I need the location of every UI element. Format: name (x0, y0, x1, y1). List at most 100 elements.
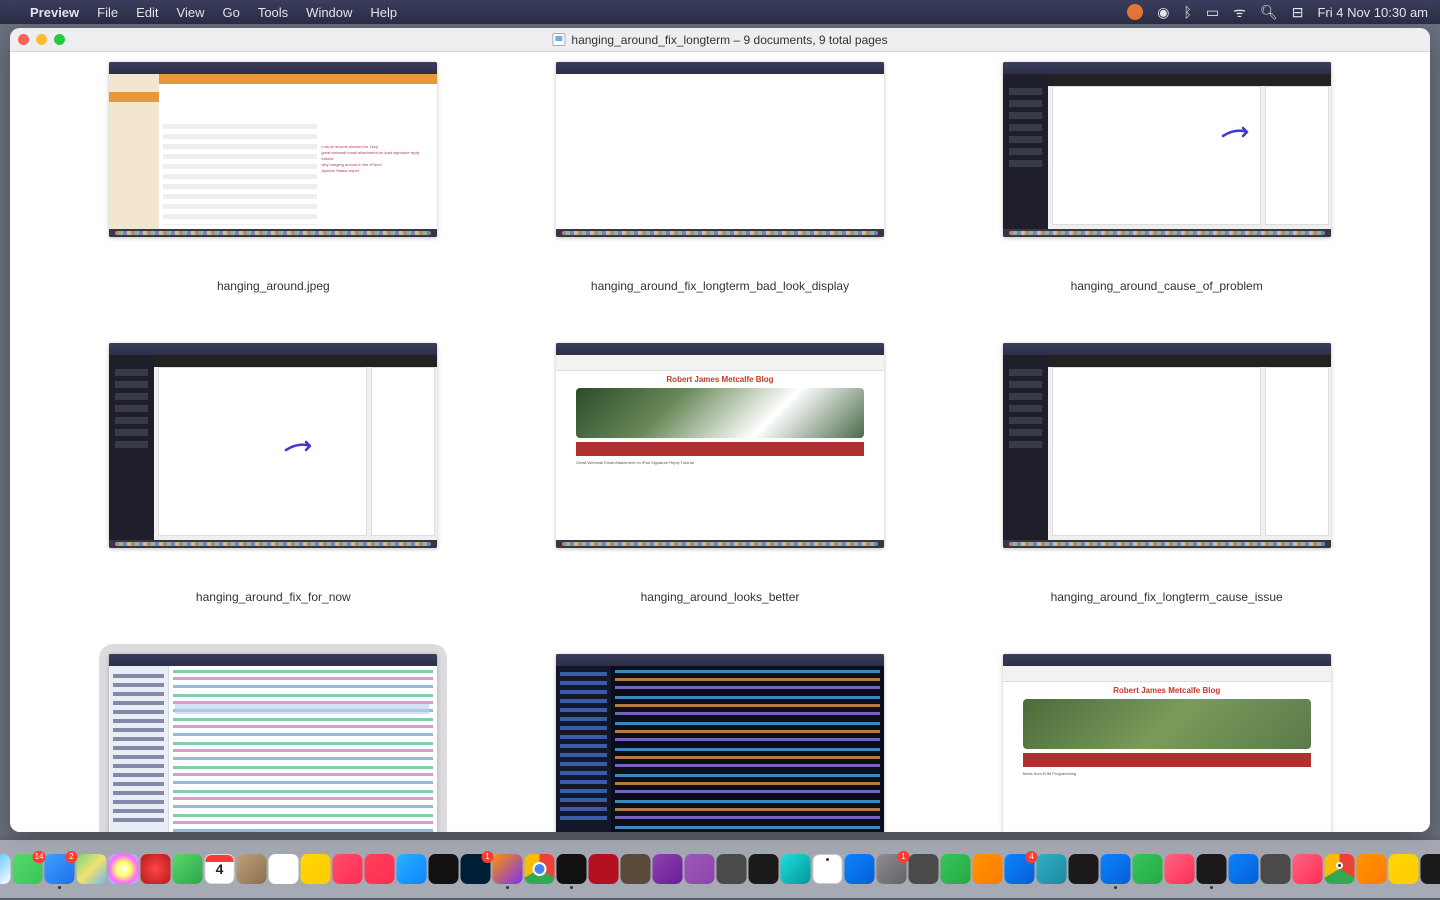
dock-app-gray[interactable] (717, 854, 747, 884)
dock-photos[interactable] (109, 854, 139, 884)
dock-app-green2[interactable] (1133, 854, 1163, 884)
dock-app-blue[interactable] (845, 854, 875, 884)
thumbnail-caption: hanging_around_fix_longterm_bad_look_dis… (591, 279, 849, 293)
close-button[interactable] (18, 34, 29, 45)
menubar-extra-orange-icon[interactable] (1127, 4, 1143, 20)
dock-chrome-alt[interactable] (525, 854, 555, 884)
minimize-button[interactable] (36, 34, 47, 45)
thumbnail-cell[interactable]: Robert James Metcalfe BlogNews from RJM … (943, 604, 1390, 832)
spotlight-icon[interactable]: 🔍︎ (1260, 4, 1278, 21)
preview-window: hanging_around_fix_longterm – 9 document… (10, 28, 1430, 832)
menu-window[interactable]: Window (306, 5, 352, 20)
thumbnail-caption: hanging_around_cause_of_problem (1071, 279, 1263, 293)
thumbnail-cell[interactable]: Lots of records showed on 1sepgreat webm… (50, 52, 497, 293)
dock-app-gray3[interactable] (1261, 854, 1291, 884)
dock-photoshop[interactable]: 1 (461, 854, 491, 884)
dock-app-green[interactable] (941, 854, 971, 884)
dock-app-brown[interactable] (621, 854, 651, 884)
dock-app-yellow[interactable] (1389, 854, 1419, 884)
traffic-lights (18, 34, 65, 45)
dock-filezilla[interactable] (589, 854, 619, 884)
thumbnail-image[interactable] (556, 62, 884, 237)
dock-safari[interactable] (0, 854, 11, 884)
dock-app-dark4[interactable] (1421, 854, 1440, 884)
thumbnail-cell[interactable]: Robert James Metcalfe BlogGmail Webmail … (497, 293, 944, 604)
thumbnail-image[interactable] (1003, 62, 1331, 237)
dock-notes[interactable] (301, 854, 331, 884)
thumbnail-cell[interactable]: hanging_around_cause_of_problem (943, 52, 1390, 293)
dock-app-pink2[interactable] (1293, 854, 1323, 884)
menu-view[interactable]: View (177, 5, 205, 20)
thumbnail-caption: hanging_around_fix_longterm_cause_issue (1051, 590, 1283, 604)
dock-preview[interactable] (813, 854, 843, 884)
wifi-icon[interactable]: ᯤ (1233, 3, 1246, 22)
contact-sheet-content: Lots of records showed on 1sepgreat webm… (10, 52, 1430, 832)
dock-maps[interactable] (77, 854, 107, 884)
dock: 14 2 1 1 4 (0, 840, 1440, 898)
dock-app-dark3[interactable] (1197, 854, 1227, 884)
thumbnail-image[interactable] (109, 654, 437, 832)
menu-go[interactable]: Go (222, 5, 239, 20)
dock-firefox[interactable] (493, 854, 523, 884)
dock-facetime[interactable] (173, 854, 203, 884)
dock-contacts[interactable] (237, 854, 267, 884)
dock-calendar[interactable] (205, 854, 235, 884)
thumbnail-cell[interactable]: hanging_around_fix_for_now (50, 293, 497, 604)
dock-music[interactable] (333, 854, 363, 884)
dock-app-dark[interactable] (749, 854, 779, 884)
blog-title-text: Robert James Metcalfe Blog (556, 371, 884, 384)
thumbnail-cell[interactable]: hanging_around_fix_longterm_bad_look_dis… (497, 52, 944, 293)
dock-app-red[interactable] (141, 854, 171, 884)
dock-system-preferences[interactable]: 1 (877, 854, 907, 884)
dock-app-teal[interactable] (1037, 854, 1067, 884)
thumbnail-image[interactable] (109, 343, 437, 548)
thumbnail-caption: hanging_around_fix_for_now (196, 590, 351, 604)
blog-title-text: Robert James Metcalfe Blog (1003, 682, 1331, 695)
app-name[interactable]: Preview (30, 5, 79, 20)
thumbnail-image[interactable] (556, 654, 884, 832)
battery-icon[interactable]: ▭ (1206, 4, 1219, 21)
menu-edit[interactable]: Edit (136, 5, 158, 20)
dock-app-purple[interactable] (685, 854, 715, 884)
thumbnail-grid[interactable]: Lots of records showed on 1sepgreat webm… (10, 52, 1430, 832)
menu-tools[interactable]: Tools (258, 5, 288, 20)
dock-appstore[interactable] (397, 854, 427, 884)
menubar: Preview File Edit View Go Tools Window H… (0, 0, 1440, 24)
thumbnail-image[interactable]: Robert James Metcalfe BlogGmail Webmail … (556, 343, 884, 548)
dock-app-blue4[interactable] (1229, 854, 1259, 884)
window-title: hanging_around_fix_longterm – 9 document… (552, 33, 887, 47)
thumbnail-image[interactable]: Lots of records showed on 1sepgreat webm… (109, 62, 437, 237)
dock-messages[interactable]: 14 (13, 854, 43, 884)
menu-help[interactable]: Help (370, 5, 397, 20)
dock-reminders[interactable] (269, 854, 299, 884)
control-center-toggle-icon[interactable]: ⊟ (1292, 4, 1304, 21)
thumbnail-image[interactable] (1003, 343, 1331, 548)
document-proxy-icon[interactable] (552, 33, 565, 46)
dock-tv[interactable] (429, 854, 459, 884)
dock-terminal[interactable] (557, 854, 587, 884)
thumbnail-cell[interactable]: hanging_around_fix_longterm_cause_issue (943, 293, 1390, 604)
dock-app-pink[interactable] (1165, 854, 1195, 884)
bluetooth-icon[interactable]: ᛒ (1184, 4, 1192, 20)
dock-app-cyan[interactable] (781, 854, 811, 884)
dock-app-blue3[interactable] (1101, 854, 1131, 884)
dock-app-dark2[interactable] (1069, 854, 1099, 884)
thumbnail-cell-selected[interactable] (50, 604, 497, 832)
zoom-button[interactable] (54, 34, 65, 45)
thumbnail-caption: hanging_around.jpeg (217, 279, 330, 293)
thumbnail-cell[interactable] (497, 604, 944, 832)
dock-podcasts[interactable] (653, 854, 683, 884)
dock-mail[interactable]: 2 (45, 854, 75, 884)
thumbnail-caption: hanging_around_looks_better (641, 590, 800, 604)
dock-app-gray2[interactable] (909, 854, 939, 884)
dock-app-orange[interactable] (973, 854, 1003, 884)
control-center-icon[interactable]: ◉ (1157, 4, 1169, 21)
dock-app-orange2[interactable] (1357, 854, 1387, 884)
dock-chrome[interactable] (1325, 854, 1355, 884)
thumbnail-image[interactable]: Robert James Metcalfe BlogNews from RJM … (1003, 654, 1331, 832)
menu-file[interactable]: File (97, 5, 118, 20)
window-titlebar[interactable]: hanging_around_fix_longterm – 9 document… (10, 28, 1430, 52)
dock-app-blue2[interactable]: 4 (1005, 854, 1035, 884)
menubar-clock[interactable]: Fri 4 Nov 10:30 am (1317, 5, 1428, 20)
dock-news[interactable] (365, 854, 395, 884)
